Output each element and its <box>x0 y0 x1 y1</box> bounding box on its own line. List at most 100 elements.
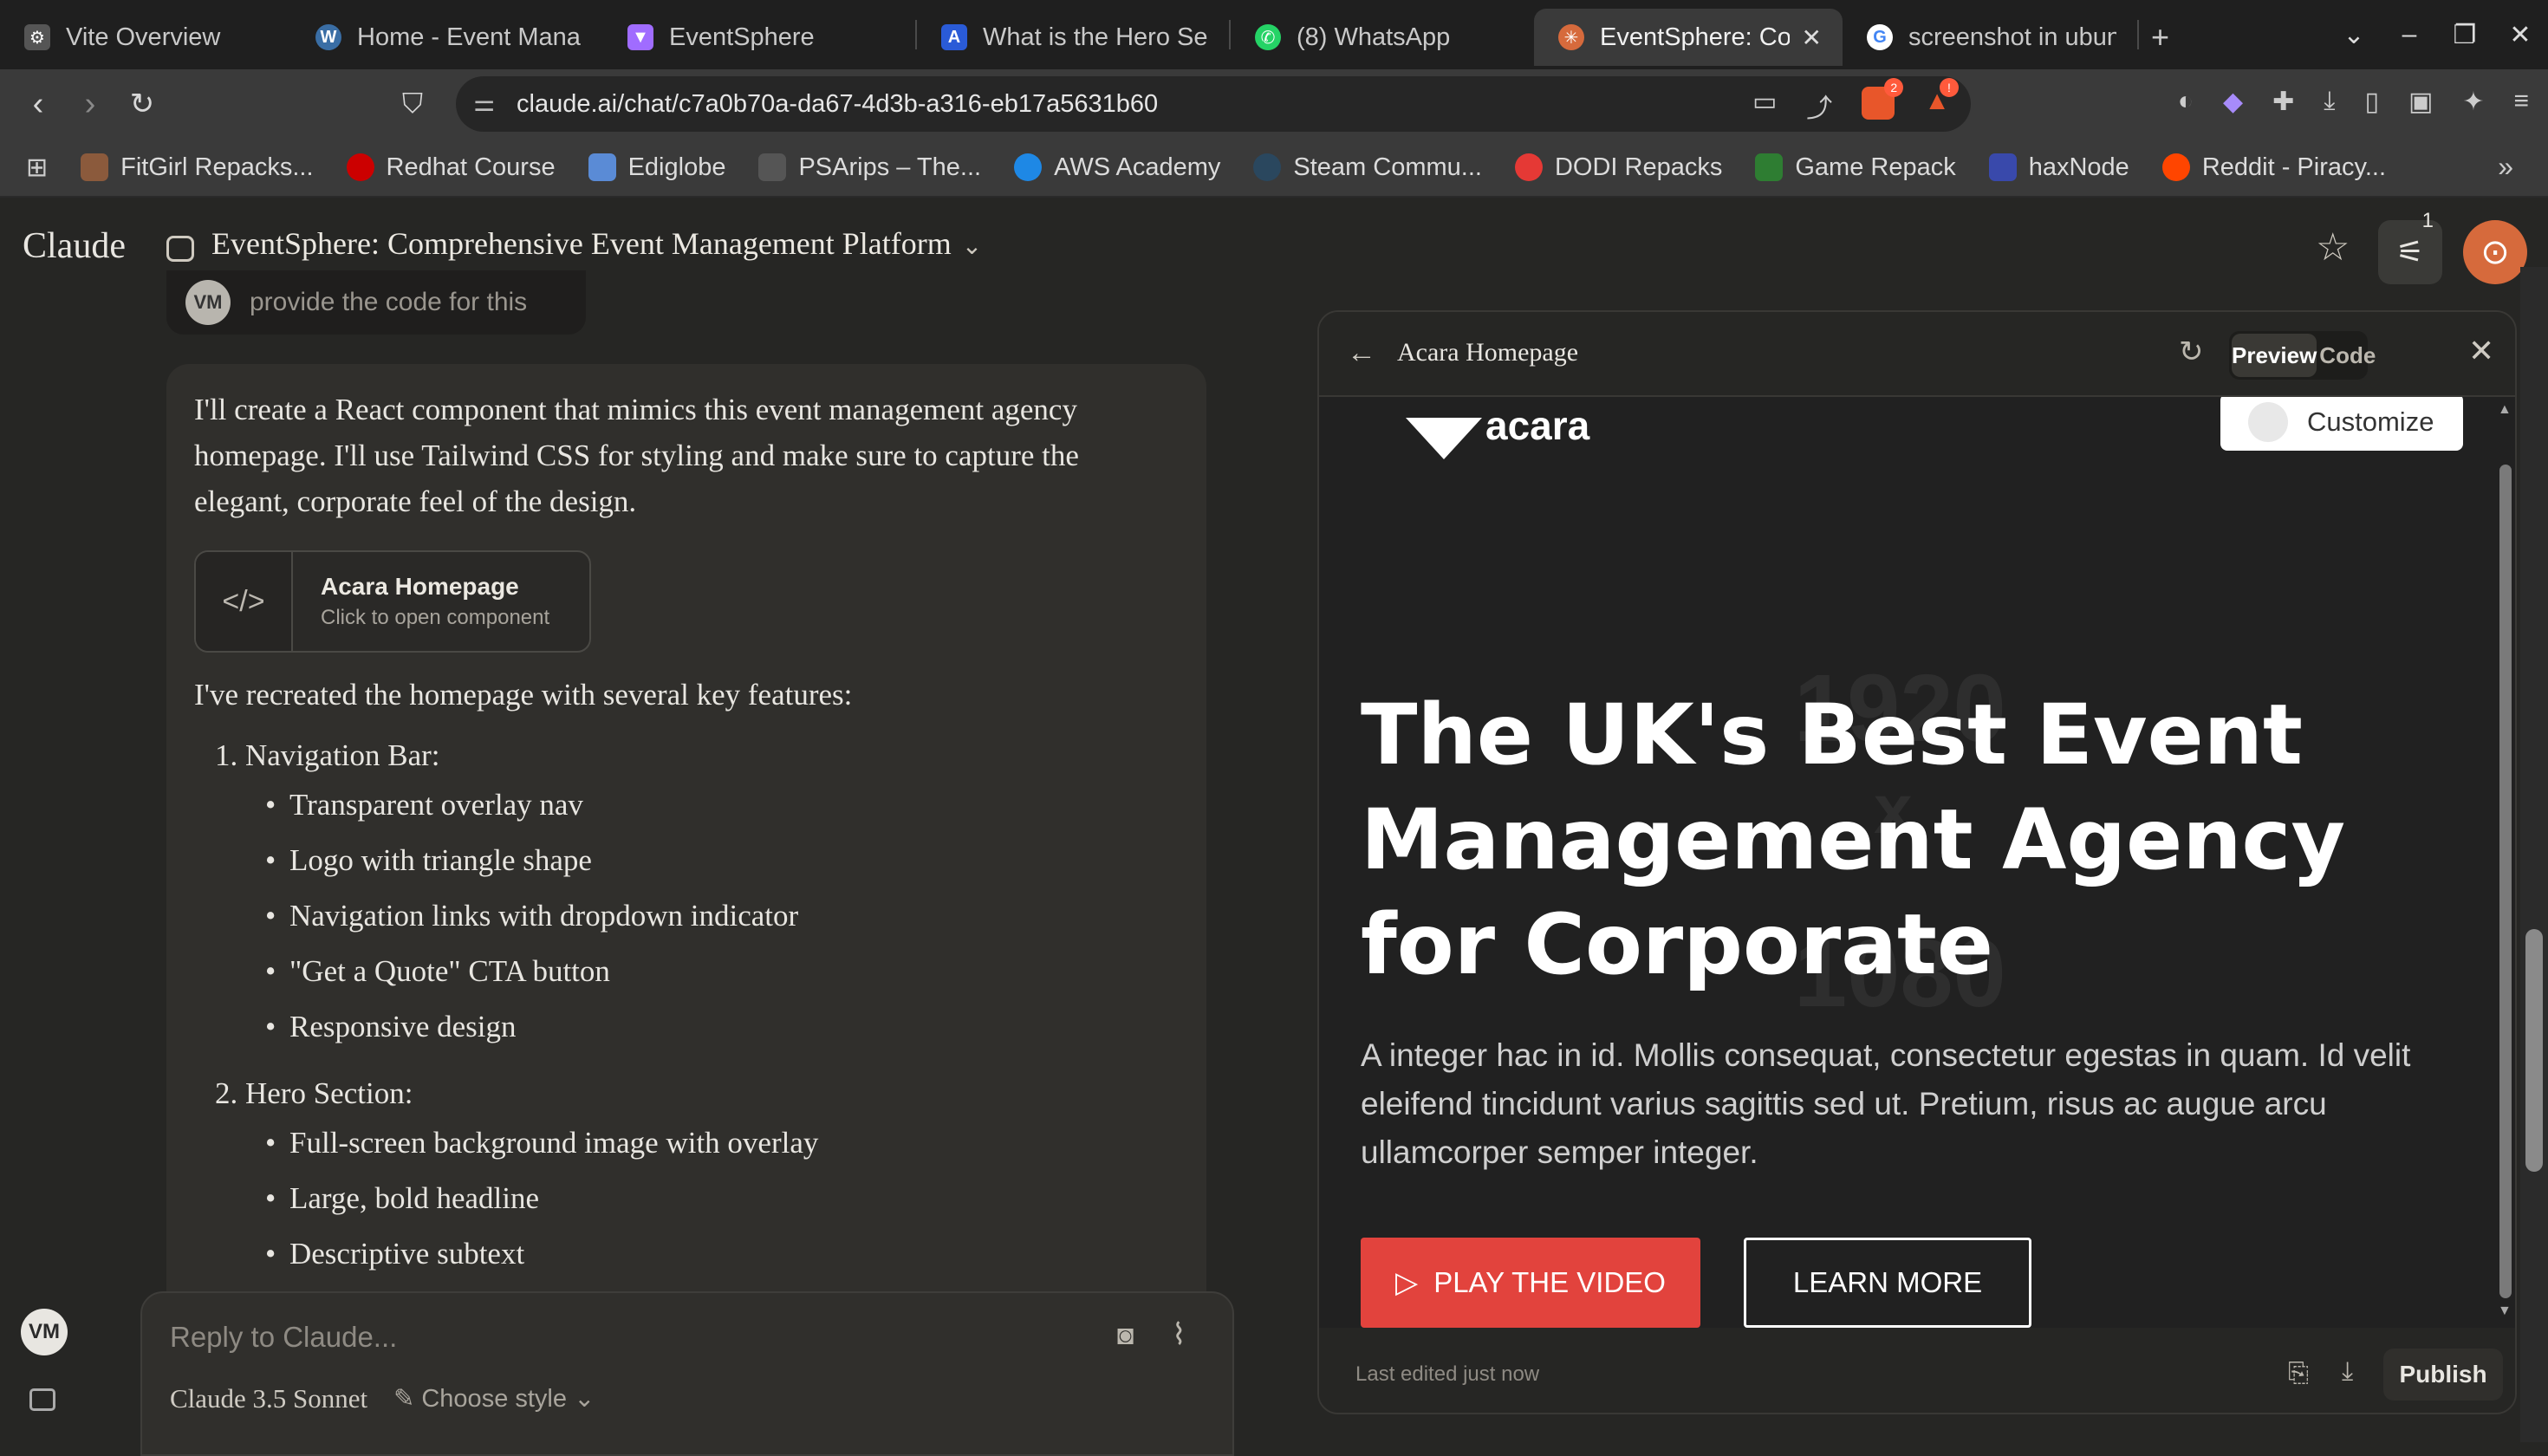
redhat-icon <box>346 153 374 181</box>
wallet-icon[interactable]: ▣ <box>2408 87 2433 117</box>
more-bookmarks-icon[interactable]: » <box>2498 151 2513 183</box>
omnibox[interactable]: ⚌ claude.ai/chat/c7a0b70a-da67-4d3b-a316… <box>456 76 1971 132</box>
learn-more-button[interactable]: LEARN MORE <box>1744 1238 2031 1328</box>
tab-whatsapp[interactable]: ✆ (8) WhatsApp <box>1231 9 1534 66</box>
window-close-icon[interactable]: ✕ <box>2493 20 2548 50</box>
tab-screenshot-ubuntu[interactable]: G screenshot in ubun <box>1843 9 2137 66</box>
list-item: Descriptive subtext <box>194 1226 1206 1282</box>
bookmark-reddit-piracy[interactable]: Reddit - Piracy... <box>2161 153 2387 182</box>
play-label: PLAY THE VIDEO <box>1433 1266 1666 1298</box>
extensions-icon[interactable]: ✚ <box>2272 87 2294 117</box>
tab-vite-overview[interactable]: ⚙ Vite Overview <box>0 9 291 66</box>
bookmark-psarips[interactable]: PSArips – The... <box>758 153 981 182</box>
artifact-card-name: Acara Homepage <box>321 573 519 600</box>
tab-title: EventSphere <box>669 23 815 51</box>
restore-icon[interactable]: ❐ <box>2437 20 2493 50</box>
artifact-card-hint: Click to open component <box>321 606 550 629</box>
menu-icon[interactable]: ≡ <box>2513 87 2529 117</box>
tab-eventsphere[interactable]: ▼ EventSphere <box>603 9 915 66</box>
tab-home-event-management[interactable]: W Home - Event Mana <box>291 9 603 66</box>
user-message-text: provide the code for this <box>250 288 528 316</box>
page-scroll-thumb[interactable] <box>2525 929 2543 1172</box>
vite-logo-icon: ▼ <box>627 24 653 50</box>
reload-icon[interactable]: ↻ <box>116 87 168 121</box>
acara-logo[interactable]: acara <box>1406 397 1589 459</box>
bookmark-redhat[interactable]: Redhat Course <box>346 153 556 182</box>
list-item: Responsive design <box>194 999 1206 1055</box>
style-selector[interactable]: ✎ Choose style ⌄ <box>393 1383 595 1414</box>
play-video-button[interactable]: ▷ PLAY THE VIDEO <box>1361 1238 1700 1328</box>
claude-logo[interactable]: Claude <box>23 225 126 267</box>
account-avatar-button[interactable]: ⊙ <box>2463 220 2527 284</box>
minimize-icon[interactable]: – <box>2382 20 2437 49</box>
bookmark-haxnode[interactable]: haxNode <box>1988 153 2129 182</box>
share-icon[interactable]: ⤴ <box>1806 87 1832 125</box>
scroll-up-icon[interactable]: ▲ <box>2498 402 2512 418</box>
features-intro: I've recreated the homepage with several… <box>194 678 853 712</box>
bookmark-ediglobe[interactable]: Ediglobe <box>588 153 726 182</box>
chat-bubble-icon <box>166 236 194 262</box>
bookmark-steam[interactable]: Steam Commu... <box>1253 153 1482 182</box>
chat-title-dropdown[interactable]: EventSphere: Comprehensive Event Managem… <box>211 225 982 262</box>
fitgirl-icon <box>81 153 109 181</box>
bookmark-label: Ediglobe <box>627 153 726 181</box>
artifact-header: ← Acara Homepage ↻ Preview Code ✕ <box>1319 312 2515 397</box>
reply-input[interactable]: Reply to Claude... <box>170 1321 397 1354</box>
chat-title-text: EventSphere: Comprehensive Event Managem… <box>211 226 952 261</box>
reddit-icon <box>2161 153 2190 181</box>
preview-scrollbar[interactable]: ▲ ▼ <box>2496 400 2515 1319</box>
paperclip-icon[interactable]: ⌇ <box>1172 1317 1186 1352</box>
scroll-thumb[interactable] <box>2499 465 2512 1298</box>
apps-grid-icon[interactable]: ⊞ <box>26 153 48 183</box>
brave-shield-icon[interactable]: 2 <box>1862 78 1904 120</box>
omnibox-actions: ▭ ⤴ 2 ▲! <box>1752 78 1959 125</box>
bookmark-fitgirl[interactable]: FitGirl Repacks... <box>81 153 314 182</box>
scroll-down-icon[interactable]: ▼ <box>2498 1303 2512 1319</box>
back-arrow-icon[interactable]: ← <box>1347 336 1376 370</box>
sidebar-toggle-icon[interactable] <box>29 1388 55 1411</box>
download-icon[interactable]: ⤓ <box>2342 1357 2353 1387</box>
tab-code[interactable]: Code <box>2319 331 2376 380</box>
brave-rewards-icon[interactable]: ▲! <box>1924 78 1959 125</box>
camera-icon[interactable]: ◙ <box>1117 1319 1134 1351</box>
forward-icon[interactable]: › <box>64 86 116 123</box>
bookmark-game-repack[interactable]: Game Repack <box>1755 153 1956 182</box>
star-icon[interactable]: ☆ <box>2316 225 2350 270</box>
bookmark-aws-academy[interactable]: AWS Academy <box>1014 153 1220 182</box>
tab-title: EventSphere: Co <box>1600 23 1790 51</box>
back-icon[interactable]: ‹ <box>12 86 64 123</box>
tab-search-icon[interactable]: ⌄ <box>2326 20 2382 50</box>
bookmark-label: Reddit - Piracy... <box>2201 153 2387 181</box>
ai-sparkle-icon[interactable]: ✦ <box>2462 87 2484 117</box>
artifact-panel: ← Acara Homepage ↻ Preview Code ✕ acara … <box>1317 310 2517 1414</box>
cast-icon[interactable]: ▭ <box>1752 87 1777 125</box>
bookmark-dodi[interactable]: DODI Repacks <box>1514 153 1722 182</box>
tab-hero-section[interactable]: A What is the Hero Se <box>917 9 1229 66</box>
leo-ai-icon[interactable]: ◆ <box>2223 87 2243 117</box>
refresh-icon[interactable]: ↻ <box>2179 335 2204 369</box>
vpn-icon[interactable]: ◐ <box>2178 87 2194 117</box>
close-tab-icon[interactable]: ✕ <box>1802 23 1822 52</box>
site-info-icon[interactable]: ⚌ <box>473 88 495 117</box>
copy-icon[interactable]: ⎘ <box>2288 1359 2309 1388</box>
tab-eventsphere-claude[interactable]: ✳ EventSphere: Co ✕ <box>1534 9 1843 66</box>
page-scrollbar[interactable] <box>2520 267 2548 1442</box>
publish-button[interactable]: Publish <box>2383 1349 2503 1401</box>
new-tab-button[interactable]: + <box>2139 9 2191 66</box>
steam-icon <box>1253 153 1282 181</box>
ediglobe-icon <box>588 153 616 181</box>
reply-composer[interactable]: Reply to Claude... ◙ ⌇ Claude 3.5 Sonnet… <box>140 1291 1234 1456</box>
bookmark-icon[interactable]: ⛉ <box>387 88 439 120</box>
download-icon[interactable]: ⤓ <box>2324 87 2335 117</box>
customize-button[interactable]: Customize <box>2220 397 2463 451</box>
tab-preview[interactable]: Preview <box>2232 334 2317 377</box>
bookmark-label: PSArips – The... <box>798 153 982 181</box>
chat-controls-button[interactable]: ⚟ 1 <box>2378 210 2442 284</box>
google-icon: G <box>1867 24 1893 50</box>
close-icon[interactable]: ✕ <box>2468 333 2494 369</box>
sidebar-user-avatar[interactable]: VM <box>21 1309 68 1355</box>
sidebar-icon[interactable]: ▯ <box>2364 87 2379 117</box>
bookmark-label: AWS Academy <box>1054 153 1221 181</box>
model-selector[interactable]: Claude 3.5 Sonnet <box>170 1383 367 1414</box>
artifact-card[interactable]: </> Acara Homepage Click to open compone… <box>194 550 591 653</box>
